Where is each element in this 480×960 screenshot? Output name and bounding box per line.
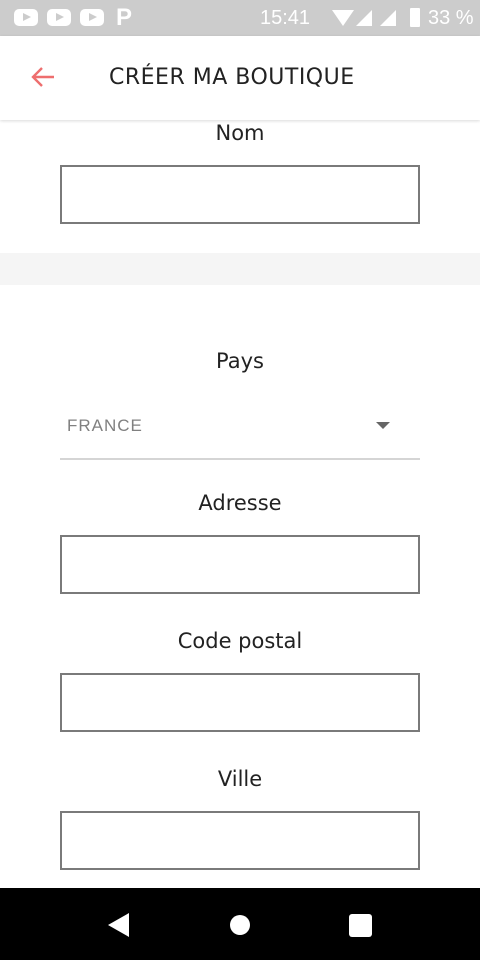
country-select[interactable]: FRANCE bbox=[60, 400, 420, 460]
back-button[interactable] bbox=[28, 62, 58, 92]
status-bar: P 15:41 33 % bbox=[0, 0, 480, 36]
signal-icon bbox=[356, 10, 372, 26]
postal-code-label: Code postal bbox=[177, 629, 303, 653]
country-label: Pays bbox=[216, 349, 264, 373]
youtube-icon bbox=[80, 9, 104, 26]
youtube-icon bbox=[14, 9, 38, 26]
recents-square-icon[interactable] bbox=[349, 914, 372, 937]
arrow-left-icon bbox=[31, 67, 54, 87]
youtube-icon bbox=[47, 9, 71, 26]
city-input[interactable] bbox=[60, 811, 420, 870]
country-value: FRANCE bbox=[67, 416, 143, 435]
dropdown-caret-icon bbox=[376, 422, 390, 429]
wifi-icon bbox=[332, 10, 354, 26]
status-time: 15:41 bbox=[260, 7, 311, 29]
navigation-bar bbox=[0, 888, 480, 960]
app-bar: CRÉER MA BOUTIQUE bbox=[0, 36, 480, 120]
name-label: Nom bbox=[215, 121, 265, 145]
page-title: CRÉER MA BOUTIQUE bbox=[109, 65, 355, 90]
signal-icon bbox=[380, 10, 396, 26]
name-input[interactable] bbox=[60, 165, 420, 224]
battery-icon bbox=[410, 8, 420, 27]
address-label: Adresse bbox=[198, 491, 282, 515]
postal-code-input[interactable] bbox=[60, 673, 420, 732]
battery-percent: 33 % bbox=[428, 7, 474, 29]
back-triangle-icon[interactable] bbox=[107, 912, 131, 938]
p-icon: P bbox=[116, 4, 133, 31]
section-divider bbox=[0, 253, 480, 285]
home-circle-icon[interactable] bbox=[229, 914, 251, 936]
city-label: Ville bbox=[217, 767, 263, 791]
address-input[interactable] bbox=[60, 535, 420, 594]
